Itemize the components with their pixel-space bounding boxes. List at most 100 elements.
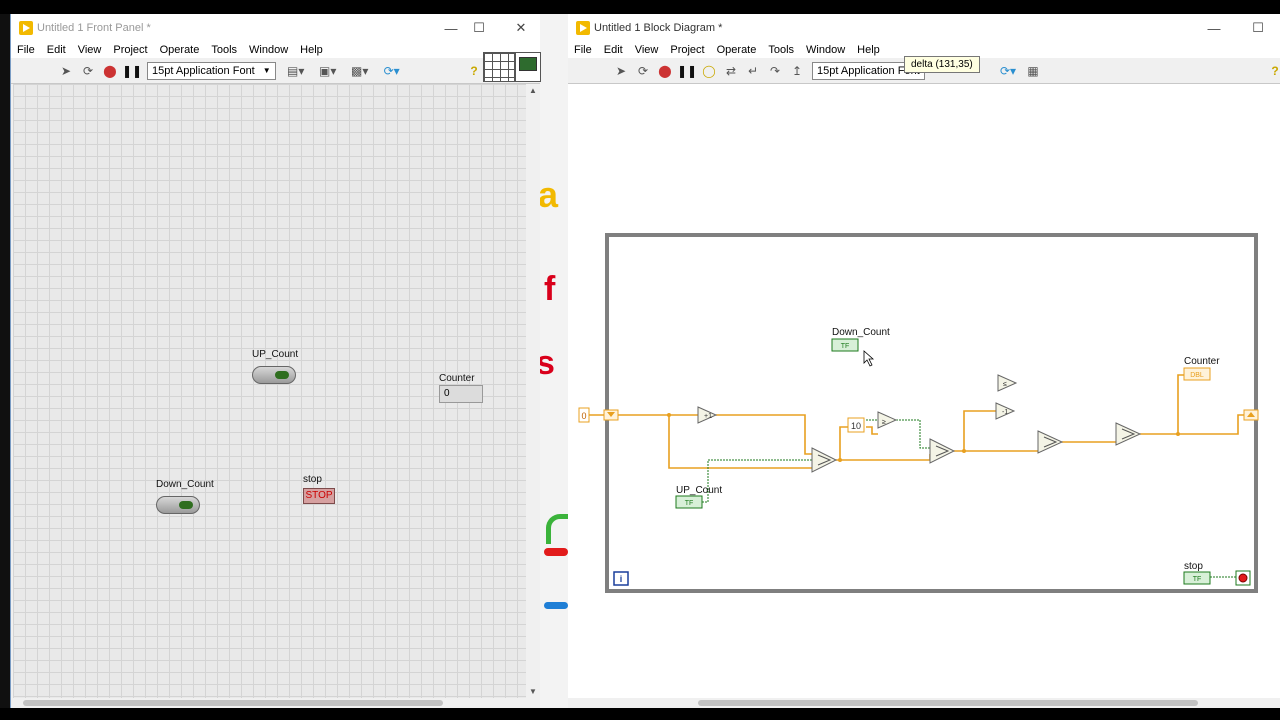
green-wires [702,419,1238,578]
up-count-terminal-label: UP_Count [676,485,722,496]
decrement-node-text: -1 [1002,409,1008,416]
loose-compare-node[interactable] [997,374,1018,392]
down-count-terminal-label: Down_Count [832,327,890,338]
step-into-icon[interactable]: ↵ [746,64,760,78]
step-out-icon[interactable]: ↥ [790,64,804,78]
abort-icon[interactable]: ⬤ [103,64,117,78]
help-icon[interactable]: ? [467,64,481,78]
stop-button[interactable]: STOP [303,488,335,504]
menu-project[interactable]: Project [670,44,704,56]
menu-operate[interactable]: Operate [717,44,757,56]
background-glyph-a: a [538,174,559,215]
run-arrow-icon[interactable]: ➤ [614,64,628,78]
stop-label: stop [303,474,322,485]
labview-icon [576,21,590,35]
help-icon[interactable]: ? [1268,64,1280,78]
menu-window[interactable]: Window [806,44,845,56]
menu-view[interactable]: View [78,44,102,56]
highlight-execution-icon[interactable]: ◯ [702,64,716,78]
greater-equal-node[interactable] [877,411,898,429]
align-objects-icon[interactable]: ▤▾ [284,64,308,78]
menu-tools[interactable]: Tools [768,44,794,56]
up-count-terminal-text: TF [685,500,694,507]
select-node-3[interactable] [1037,430,1064,454]
reorder-icon[interactable]: ⟳▾ [380,64,404,78]
run-arrow-icon[interactable]: ➤ [59,64,73,78]
down-count-button[interactable] [156,496,200,514]
select-node-4[interactable] [1115,422,1142,446]
block-diagram-horizontal-scrollbar[interactable] [568,698,1280,708]
step-over-icon[interactable]: ↷ [768,64,782,78]
screen-bottom-bar [0,708,1280,720]
background-blue-bar [544,602,568,609]
scroll-down-icon[interactable]: ▼ [529,687,537,696]
maximize-icon[interactable]: ☐ [1238,14,1278,42]
background-green-arc [546,514,568,544]
block-diagram-svg: 0 10 +1 -1 ≤ ≥ Down_Count TF UP_Count TF… [578,233,1259,593]
font-selector-text: 15pt Application Font [152,64,255,77]
front-panel-window: Untitled 1 Front Panel * — ☐ ✕ File Edit… [10,14,541,708]
iteration-terminal-text: i [620,574,623,584]
resize-objects-icon[interactable]: ▩▾ [348,64,372,78]
pause-icon[interactable]: ❚❚ [677,64,697,78]
counter-label: Counter [439,373,475,384]
orange-wires [587,374,1244,469]
background-red-bar [544,548,568,556]
menu-tools[interactable]: Tools [211,44,237,56]
menu-help[interactable]: Help [300,44,323,56]
menu-window[interactable]: Window [249,44,288,56]
front-panel-titlebar[interactable]: Untitled 1 Front Panel * — ☐ ✕ [11,14,540,42]
run-continuously-icon[interactable]: ⟳ [81,64,95,78]
up-count-label: UP_Count [252,349,299,360]
stop-terminal-label: stop [1184,561,1203,572]
distribute-objects-icon[interactable]: ▣▾ [316,64,340,78]
menu-help[interactable]: Help [857,44,880,56]
menu-project[interactable]: Project [113,44,147,56]
front-panel-horizontal-scrollbar[interactable] [11,698,540,708]
minimize-icon[interactable]: — [1194,14,1234,42]
orange-wire-junctions [667,413,1180,462]
select-node-2[interactable] [929,438,956,464]
menu-file[interactable]: File [574,44,592,56]
front-panel-menubar: File Edit View Project Operate Tools Win… [11,42,540,58]
up-count-button[interactable] [252,366,296,384]
greater-equal-node-symbol: ≥ [882,419,886,426]
block-diagram-titlebar[interactable]: Untitled 1 Block Diagram * — ☐ [568,14,1280,42]
increment-node-text: +1 [704,413,712,420]
counter-terminal-text: DBL [1190,372,1204,379]
pause-icon[interactable]: ❚❚ [122,64,142,78]
background-glyph-f: f [544,270,556,308]
down-count-label: Down_Count [156,479,214,490]
menu-file[interactable]: File [17,44,35,56]
select-node-1[interactable] [811,447,838,473]
block-diagram-scroll-thumb[interactable] [698,700,1198,706]
front-panel-toolbar: ➤ ⟳ ⬤ ❚❚ 15pt Application Font ▼ ▤▾ ▣▾ ▩▾… [11,52,541,84]
menu-view[interactable]: View [635,44,659,56]
reorder-icon[interactable]: ⟳▾ [996,64,1020,78]
block-diagram-canvas[interactable]: 0 10 +1 -1 ≤ ≥ Down_Count TF UP_Count TF… [568,84,1280,698]
cleanup-diagram-icon[interactable]: ▦ [1024,64,1042,78]
menu-operate[interactable]: Operate [160,44,200,56]
menu-edit[interactable]: Edit [604,44,623,56]
counter-indicator: 0 [439,385,483,403]
front-panel-vertical-scrollbar[interactable]: ▲ ▼ [526,84,540,698]
connector-pane-icon[interactable] [483,52,515,82]
vi-icon[interactable] [515,52,541,82]
abort-icon[interactable]: ⬤ [658,64,672,78]
menu-edit[interactable]: Edit [47,44,66,56]
labview-icon [19,21,33,35]
close-icon[interactable]: ✕ [501,14,541,42]
mouse-cursor-icon [863,350,875,367]
font-selector[interactable]: 15pt Application Font ▼ [147,61,276,80]
block-diagram-window: Untitled 1 Block Diagram * — ☐ File Edit… [568,14,1280,708]
block-diagram-title: Untitled 1 Block Diagram * [594,22,723,34]
maximize-icon[interactable]: ☐ [459,14,499,42]
limit-constant-text: 10 [851,421,861,431]
front-panel-scroll-thumb[interactable] [23,700,443,706]
stop-terminal-text: TF [1193,576,1202,583]
front-panel-canvas[interactable]: UP_Count Counter 0 Down_Count stop STOP [13,84,527,698]
run-continuously-icon[interactable]: ⟳ [636,64,650,78]
counter-terminal-label: Counter [1184,356,1220,367]
retain-wire-values-icon[interactable]: ⇄ [724,64,738,78]
scroll-up-icon[interactable]: ▲ [529,86,537,95]
